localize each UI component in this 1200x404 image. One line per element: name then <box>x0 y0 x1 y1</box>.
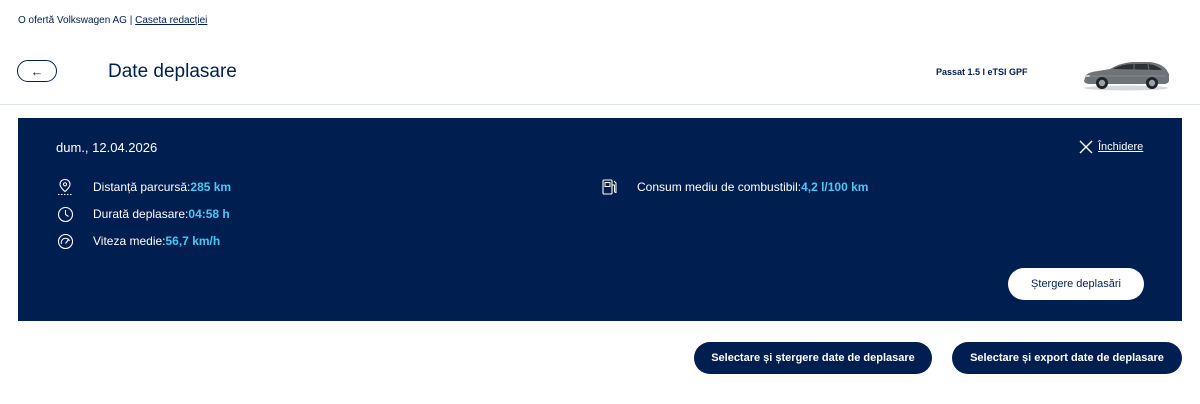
newsroom-link[interactable]: Caseta redacției <box>135 15 207 26</box>
offer-text: O ofertă Volkswagen AG | <box>18 15 136 26</box>
header-divider <box>0 104 1200 105</box>
fuel-pump-icon <box>600 178 618 196</box>
duration-label: Durată deplasare: <box>93 207 189 221</box>
car-model-name: Passat 1.5 l eTSI GPF <box>936 67 1028 77</box>
speed-stat: Viteza medie: 56,7 km/h <box>56 232 220 250</box>
close-icon <box>1079 140 1093 154</box>
trip-details-panel: dum., 12.04.2026 Închidere Distanță parc… <box>18 118 1182 321</box>
consumption-label: Consum mediu de combustibil: <box>637 180 802 194</box>
car-image <box>1084 62 1169 91</box>
duration-value: 04:58 h <box>188 207 230 221</box>
trip-date: dum., 12.04.2026 <box>56 140 158 155</box>
speed-value: 56,7 km/h <box>165 234 221 248</box>
back-button[interactable]: ← <box>17 60 57 82</box>
speedometer-icon <box>56 232 74 250</box>
duration-stat: Durată deplasare: 04:58 h <box>56 205 230 223</box>
distance-value: 285 km <box>190 180 232 194</box>
distance-stat: Distanță parcursă: 285 km <box>56 178 231 196</box>
arrow-left-icon: ← <box>30 63 44 79</box>
distance-label: Distanță parcursă: <box>93 180 191 194</box>
delete-trips-button[interactable]: Ștergere deplasări <box>1008 268 1144 300</box>
select-delete-button[interactable]: Selectare și ștergere date de deplasare <box>694 342 932 374</box>
close-button[interactable]: Închidere <box>1078 139 1143 155</box>
location-pin-icon <box>56 178 74 196</box>
clock-icon <box>56 205 74 223</box>
select-export-button[interactable]: Selectare și export date de deplasare <box>952 342 1182 374</box>
page-title: Date deplasare <box>108 61 237 82</box>
speed-label: Viteza medie: <box>93 234 166 248</box>
consumption-stat: Consum mediu de combustibil: 4,2 l/100 km <box>600 178 868 196</box>
offer-line: O ofertă Volkswagen AG | Caseta redacție… <box>18 15 207 26</box>
consumption-value: 4,2 l/100 km <box>801 180 869 194</box>
close-label: Închidere <box>1098 141 1144 153</box>
